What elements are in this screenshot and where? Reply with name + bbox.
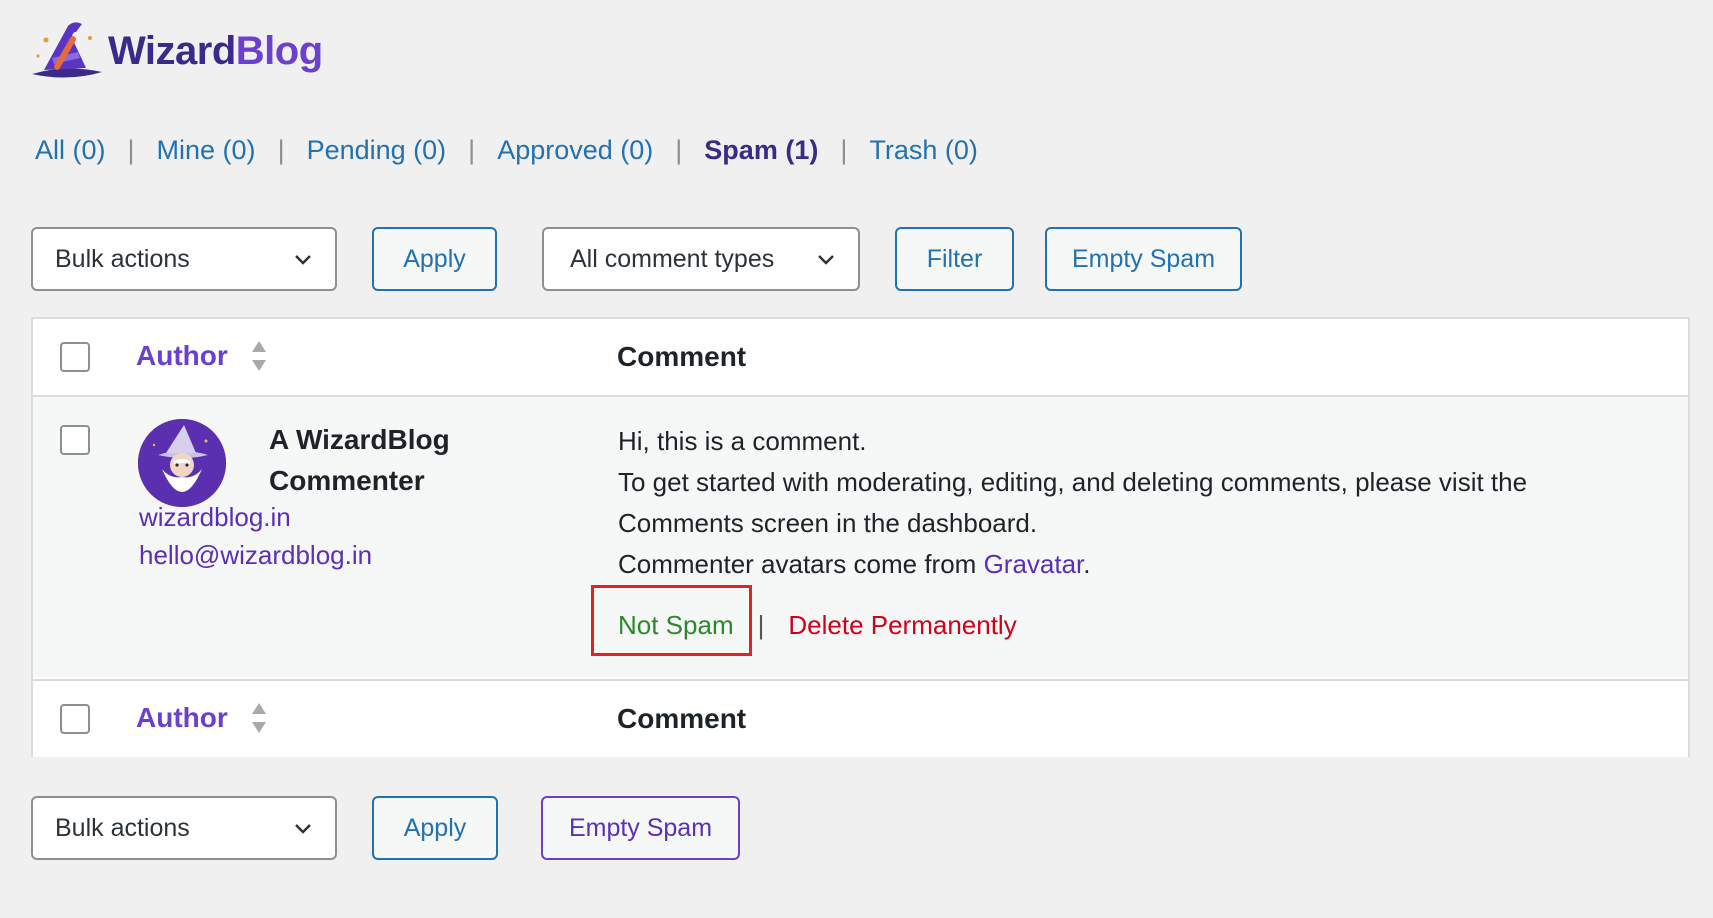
gravatar-link[interactable]: Gravatar [984,549,1084,579]
comments-table: Author Comment A WizardBlog Commenter wi… [31,317,1690,757]
bulk-actions-select-bottom[interactable]: Bulk actions [31,796,337,860]
comment-status-filters: All (0) | Mine (0) | Pending (0) | Appro… [35,135,978,166]
filter-separator: | [675,135,683,165]
author-column-footer[interactable]: Author [136,701,268,735]
comment-line: Hi, this is a comment. [618,426,867,456]
author-column-header[interactable]: Author [136,339,268,373]
sort-icon [251,341,266,371]
filter-trash[interactable]: Trash (0) [869,135,978,166]
not-spam-link[interactable]: Not Spam [591,585,752,656]
bulk-actions-value: Bulk actions [55,244,190,273]
table-footer: Author Comment [33,679,1688,757]
avatar [138,419,226,507]
filter-all[interactable]: All (0) [35,135,106,166]
wizard-hat-icon [32,22,102,78]
filter-approved[interactable]: Approved (0) [497,135,653,166]
comment-types-value: All comment types [570,244,775,273]
comment-body: Hi, this is a comment. To get started wi… [618,421,1638,585]
empty-spam-button[interactable]: Empty Spam [1045,227,1242,291]
comment-column-header: Comment [617,341,747,372]
comment-types-select[interactable]: All comment types [542,227,860,291]
bulk-actions-value: Bulk actions [55,813,190,842]
chevron-down-icon [818,255,834,265]
apply-button[interactable]: Apply [372,227,497,291]
chevron-down-icon [295,255,311,265]
comment-paragraph: To get started with moderating, editing,… [618,467,1528,538]
sort-icon [251,703,266,733]
table-row: A WizardBlog Commenter wizardblog.in hel… [33,397,1688,677]
comment-column-footer: Comment [617,703,747,734]
filter-button[interactable]: Filter [895,227,1014,291]
select-all-checkbox-footer[interactable] [60,704,90,734]
top-tablenav: Bulk actions Apply All comment types Fil… [31,227,1242,291]
action-separator: | [757,610,765,640]
author-column-label: Author [136,702,228,733]
row-checkbox[interactable] [60,425,90,455]
table-header: Author Comment [33,319,1688,397]
filter-pending[interactable]: Pending (0) [307,135,447,166]
filter-separator: | [277,135,285,165]
comment-line: Commenter avatars come from Gravatar. [618,549,1091,579]
bulk-actions-select[interactable]: Bulk actions [31,227,337,291]
select-all-checkbox[interactable] [60,342,90,372]
highlight-box [591,585,752,656]
author-column-label: Author [136,340,228,371]
filter-spam[interactable]: Spam (1) [704,135,818,166]
site-logo[interactable]: WizardBlog [28,18,323,84]
empty-spam-button-bottom[interactable]: Empty Spam [541,796,740,860]
delete-permanently-link[interactable]: Delete Permanently [788,610,1016,641]
filter-separator: | [127,135,135,165]
bottom-tablenav: Bulk actions Apply Empty Spam [31,796,740,860]
site-name: WizardBlog [108,28,323,73]
chevron-down-icon [295,824,311,834]
filter-separator: | [468,135,476,165]
filter-separator: | [840,135,848,165]
apply-button-bottom[interactable]: Apply [372,796,498,860]
wizard-avatar-icon [138,419,226,507]
author-url-link[interactable]: wizardblog.in [139,502,291,533]
author-email-link[interactable]: hello@wizardblog.in [139,540,372,571]
row-actions: Not Spam | Delete Permanently [591,585,1017,656]
author-name: A WizardBlog Commenter [269,424,450,496]
filter-mine[interactable]: Mine (0) [157,135,256,166]
